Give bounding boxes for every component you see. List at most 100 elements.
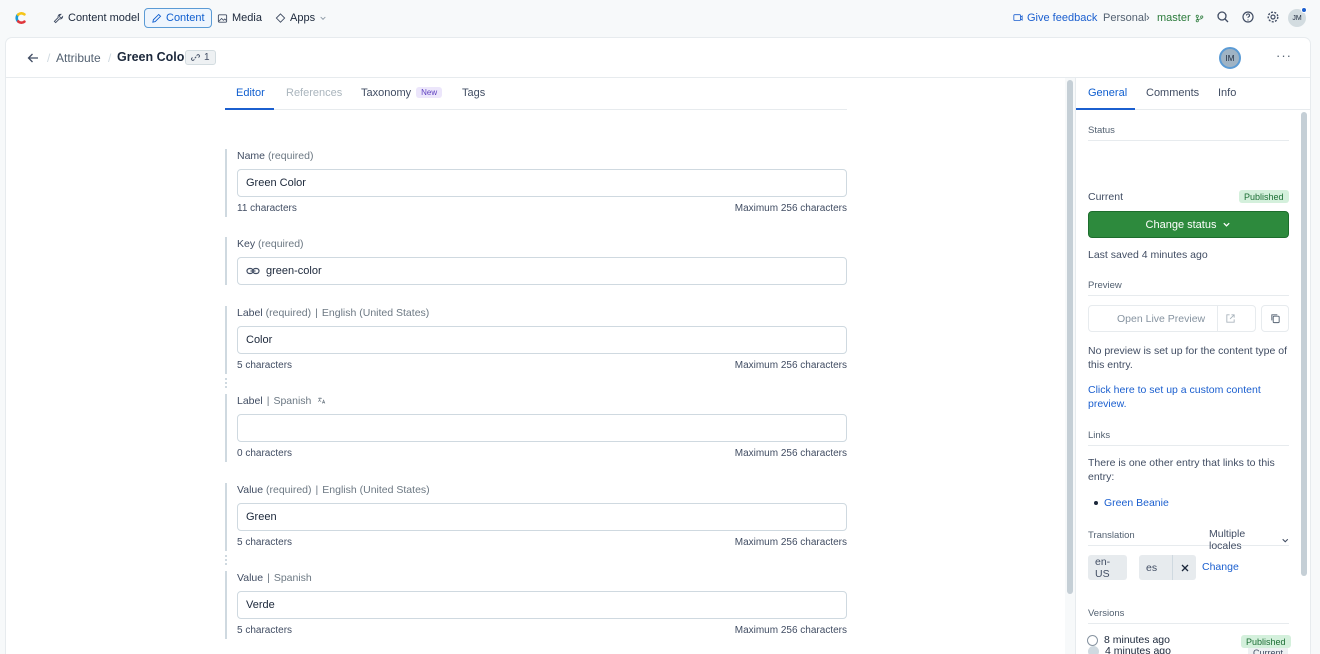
field-help: 5 characters Maximum 256 characters [237,625,847,639]
field-key: Key (required) green-color [225,237,847,285]
tab-comments[interactable]: Comments [1146,87,1199,99]
char-max: Maximum 256 characters [734,448,847,459]
tab-references[interactable]: References [286,87,342,99]
breadcrumb-chevron-icon: › [1146,12,1150,24]
locale-pill-en-us: en-US [1088,555,1127,580]
value-es-input[interactable]: Verde [237,591,847,619]
link-icon [246,267,260,275]
chevron-down-icon [320,16,326,20]
nav-content-label: Content [166,12,205,24]
entry-title: Green Color [117,50,190,64]
field-help: 0 characters Maximum 256 characters [237,448,847,462]
key-input[interactable]: green-color [237,257,847,285]
environment-name: master [1157,12,1191,24]
sidebar-scrollbar-thumb[interactable] [1301,112,1307,576]
version-time[interactable]: 8 minutes ago [1104,634,1170,646]
breadcrumb-separator: / [108,51,112,65]
version-time[interactable]: 4 minutes ago [1105,645,1171,654]
editor-tabs: Editor References Taxonomy New Tags [225,78,847,110]
entry-header: / Attribute / Green Color 1 IM ··· [6,38,1310,78]
chevron-down-icon [1281,538,1288,543]
give-feedback-link[interactable]: Give feedback [1013,8,1097,28]
char-max: Maximum 256 characters [734,360,847,371]
change-locales-link[interactable]: Change [1202,561,1239,573]
top-navigation: Content model Content Media Apps Give fe… [0,0,1320,36]
nav-apps[interactable]: Apps [269,8,333,28]
help-icon[interactable] [1241,10,1255,24]
breadcrumb-separator: / [47,51,51,65]
name-input[interactable]: Green Color [237,169,847,197]
status-badge: Published [1239,190,1289,203]
references-count: 1 [204,52,210,63]
links-text: There is one other entry that links to t… [1088,457,1275,483]
value-en-value: Green [246,511,277,523]
image-icon [217,13,228,23]
active-tab-indicator [225,108,274,110]
translate-icon [318,397,326,404]
field-value-en: Value (required) | English (United States)… [225,483,847,551]
nav-content[interactable]: Content [144,8,212,28]
environment-switcher[interactable]: master [1157,8,1204,28]
label-es-input[interactable] [237,414,847,442]
pen-icon [152,13,162,23]
gear-icon[interactable] [1266,10,1280,24]
locale-mode-select[interactable]: Multiple locales [1209,528,1289,552]
preview-note: No preview is set up for the content typ… [1088,345,1288,371]
field-help: 5 characters Maximum 256 characters [237,360,847,374]
char-max: Maximum 256 characters [734,203,847,214]
tab-editor[interactable]: Editor [236,87,265,99]
copy-icon[interactable] [1261,305,1289,332]
give-feedback-label: Give feedback [1027,12,1098,24]
locale-connector [225,555,227,565]
remove-locale-icon[interactable] [1172,555,1196,580]
entry-sidebar: General Comments Info Status Current Pub… [1075,78,1311,654]
value-es-value: Verde [246,599,275,611]
nav-content-model-label: Content model [68,12,140,24]
tab-taxonomy-label: Taxonomy [361,87,412,99]
breadcrumb-content-type[interactable]: Attribute [56,51,101,65]
setup-preview-link[interactable]: Click here to set up a custom content pr… [1088,383,1289,411]
label-en-value: Color [246,334,273,346]
space-name[interactable]: Personal [1103,8,1146,28]
tab-general[interactable]: General [1088,87,1127,99]
tab-info[interactable]: Info [1218,87,1236,99]
sidebar-tabs: General Comments Info [1076,78,1311,110]
wrench-icon [53,13,64,23]
editor-scrollbar-thumb[interactable] [1067,80,1073,594]
char-count: 5 characters [237,360,293,371]
external-link-icon[interactable] [1217,306,1243,331]
locale-mode-value: Multiple locales [1209,528,1246,552]
version-badge: Published [1241,635,1291,648]
collaborator-initials: IM [1225,53,1235,63]
more-options-icon[interactable]: ··· [1276,48,1292,63]
tab-tags[interactable]: Tags [462,87,485,99]
nav-media-label: Media [232,12,262,24]
preview-heading: Preview [1088,280,1289,296]
active-tab-indicator [1076,108,1135,110]
tab-taxonomy[interactable]: Taxonomy New [361,87,443,99]
field-help: 11 characters Maximum 256 characters [237,203,847,217]
char-max: Maximum 256 characters [734,625,847,636]
nav-content-model[interactable]: Content model [47,8,146,28]
value-en-input[interactable]: Green [237,503,847,531]
search-icon[interactable] [1216,10,1230,24]
nav-media[interactable]: Media [211,8,268,28]
references-badge[interactable]: 1 [185,50,216,65]
label-en-input[interactable]: Color [237,326,847,354]
user-avatar-initials: JM [1292,14,1302,22]
chevron-down-icon [1223,222,1231,227]
feedback-icon [1013,14,1023,21]
contentful-logo-icon[interactable] [12,9,30,27]
arrow-left-icon[interactable] [26,51,40,65]
field-label-en: Label (required) | English (United States)… [225,306,847,374]
status-heading: Status [1088,125,1289,141]
links-heading: Links [1088,430,1289,446]
char-count: 0 characters [237,448,293,459]
change-status-button[interactable]: Change status [1088,211,1289,238]
version-dot [1088,646,1099,654]
char-count: 11 characters [237,203,297,214]
field-name: Name (required) Green Color 11 character… [225,149,847,217]
field-help: 5 characters Maximum 256 characters [237,537,847,551]
collaborator-avatar[interactable]: IM [1219,47,1241,69]
linked-entry-link[interactable]: Green Beanie [1104,496,1254,510]
